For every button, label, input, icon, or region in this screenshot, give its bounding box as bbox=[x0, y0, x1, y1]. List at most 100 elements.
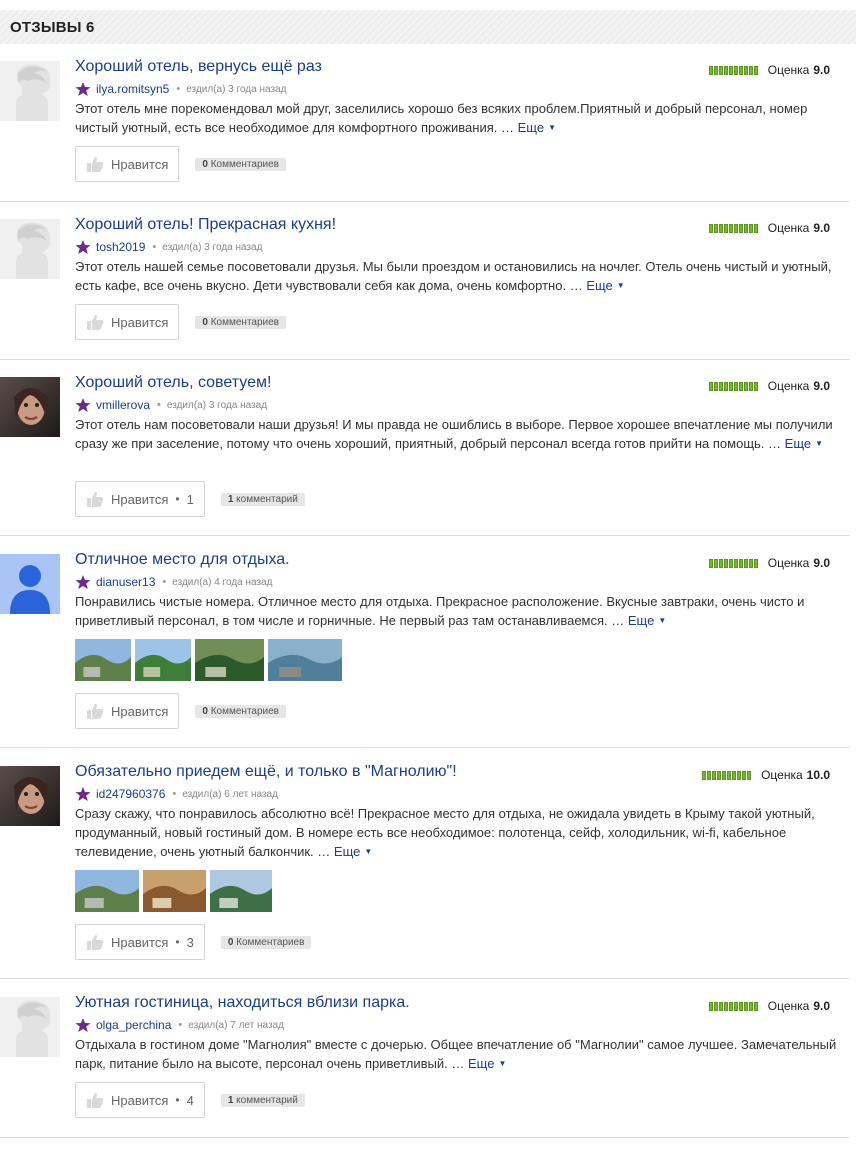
comments-label: Комментариев bbox=[236, 936, 305, 948]
read-more-link[interactable]: Еще ▼ bbox=[468, 1056, 506, 1071]
review-author[interactable]: dianuser13 bbox=[96, 575, 155, 589]
review-photo-mountain[interactable] bbox=[75, 870, 139, 912]
user-avatar[interactable] bbox=[0, 554, 60, 614]
rating-bar bbox=[708, 223, 758, 233]
review-text: Понравились чистые номера. Отличное мест… bbox=[75, 592, 845, 630]
review-title[interactable]: Отличное место для отдыха. bbox=[75, 551, 290, 569]
comments-label: комментарий bbox=[236, 1094, 298, 1106]
review-text-body: Отдыхала в гостином доме "Магнолия" вмес… bbox=[75, 1037, 837, 1071]
rating-value: 9.0 bbox=[813, 379, 830, 393]
rating-bar bbox=[708, 65, 758, 75]
read-more-label: Еще bbox=[586, 278, 613, 293]
comments-link[interactable]: 0 Комментариев bbox=[195, 315, 286, 329]
user-avatar[interactable] bbox=[0, 61, 60, 121]
like-count: 1 bbox=[186, 491, 194, 507]
user-avatar[interactable] bbox=[0, 997, 60, 1057]
review-title[interactable]: Обязательно приедем ещё, и только в "Маг… bbox=[75, 763, 457, 781]
like-dot: • bbox=[175, 492, 180, 506]
star-icon bbox=[75, 575, 91, 589]
review-time: ездил(а) 4 года назад bbox=[172, 576, 273, 588]
like-button[interactable]: Нравится • 4 bbox=[75, 1082, 205, 1118]
review-rating: Оценка 9.0 bbox=[708, 63, 830, 77]
rating-label: Оценка bbox=[767, 63, 810, 77]
review-photo-mountain[interactable] bbox=[75, 639, 131, 681]
review-photo-room[interactable] bbox=[143, 870, 206, 912]
review-meta: id247960376 • ездил(а) 6 лет назад bbox=[75, 786, 278, 802]
meta-dot: • bbox=[178, 1019, 183, 1031]
like-button[interactable]: Нравится bbox=[75, 304, 180, 340]
review-actions: Нравится 0 Комментариев bbox=[75, 304, 286, 340]
read-more-link[interactable]: Еще ▼ bbox=[586, 278, 624, 293]
review-divider bbox=[0, 1137, 850, 1138]
review-text-body: Этот отель нам посоветовали наши друзья!… bbox=[75, 417, 833, 451]
review-text: Отдыхала в гостином доме "Магнолия" вмес… bbox=[75, 1035, 845, 1073]
read-more-link[interactable]: Еще ▼ bbox=[334, 844, 372, 859]
review-text-body: Этот отель мне порекомендовал мой друг, … bbox=[75, 101, 808, 135]
review-meta: tosh2019 • ездил(а) 3 года назад bbox=[75, 239, 262, 255]
rating-bar bbox=[708, 558, 758, 568]
read-more-label: Еще bbox=[333, 844, 361, 859]
comments-count: 0 bbox=[202, 705, 208, 717]
star-icon bbox=[75, 398, 91, 412]
review-divider bbox=[0, 201, 850, 202]
review-author[interactable]: vmillerova bbox=[96, 398, 150, 412]
comments-link[interactable]: 1 комментарий bbox=[220, 1093, 305, 1107]
review-photo-balcony[interactable] bbox=[210, 870, 272, 912]
like-label: Нравится bbox=[111, 934, 169, 950]
review-text: Этот отель нам посоветовали наши друзья!… bbox=[75, 415, 845, 453]
star-icon bbox=[75, 1018, 91, 1032]
reviews-header-title: ОТЗЫВЫ 6 bbox=[10, 18, 95, 36]
comments-label: Комментариев bbox=[210, 316, 279, 328]
like-button[interactable]: Нравится • 3 bbox=[75, 924, 205, 960]
star-icon bbox=[75, 82, 91, 96]
review-title[interactable]: Хороший отель, вернусь ещё раз bbox=[75, 58, 322, 76]
like-button[interactable]: Нравится bbox=[75, 146, 180, 182]
rating-value: 9.0 bbox=[813, 63, 830, 77]
like-button[interactable]: Нравится • 1 bbox=[75, 481, 205, 517]
review-author[interactable]: olga_perchina bbox=[96, 1018, 171, 1032]
like-count: 3 bbox=[186, 934, 194, 950]
review-time: ездил(а) 3 года назад bbox=[166, 399, 268, 411]
review-title[interactable]: Хороший отель! Прекрасная кухня! bbox=[75, 216, 336, 234]
comments-link[interactable]: 0 Комментариев bbox=[195, 157, 286, 171]
user-avatar[interactable] bbox=[0, 219, 60, 279]
comments-count: 0 bbox=[202, 158, 208, 170]
review-divider bbox=[0, 978, 850, 979]
review-text-body: Этот отель нашей семье посоветовали друз… bbox=[75, 259, 832, 293]
user-avatar[interactable] bbox=[0, 766, 60, 826]
review-photo-sea[interactable] bbox=[268, 639, 342, 681]
read-more-link[interactable]: Еще ▼ bbox=[518, 120, 556, 135]
rating-label: Оценка bbox=[767, 556, 810, 570]
rating-value: 10.0 bbox=[806, 768, 830, 782]
review-author[interactable]: id247960376 bbox=[96, 787, 165, 801]
comments-link[interactable]: 0 Комментариев bbox=[195, 704, 286, 718]
comments-count: 1 bbox=[227, 1094, 234, 1106]
review-rating: Оценка 9.0 bbox=[708, 221, 830, 235]
like-label: Нравится bbox=[111, 491, 169, 507]
review-actions: Нравится 0 Комментариев bbox=[75, 146, 286, 182]
like-button[interactable]: Нравится bbox=[75, 693, 180, 729]
caret-down-icon: ▼ bbox=[658, 616, 667, 625]
review-text-body: Понравились чистые номера. Отличное мест… bbox=[75, 594, 805, 628]
review-author[interactable]: tosh2019 bbox=[96, 240, 145, 254]
review-author[interactable]: ilya.romitsyn5 bbox=[96, 82, 169, 96]
review-rating: Оценка 9.0 bbox=[708, 556, 830, 570]
like-count: 4 bbox=[186, 1092, 194, 1108]
review-actions: Нравится • 4 1 комментарий bbox=[75, 1082, 305, 1118]
review-title[interactable]: Хороший отель, советуем! bbox=[75, 374, 271, 392]
meta-dot: • bbox=[157, 399, 161, 411]
review-photo-park[interactable] bbox=[195, 639, 264, 681]
comments-link[interactable]: 0 Комментариев bbox=[220, 935, 312, 949]
read-more-link[interactable]: Еще ▼ bbox=[628, 613, 666, 628]
review-title[interactable]: Уютная гостиница, находиться вблизи парк… bbox=[75, 994, 410, 1012]
review-meta: dianuser13 • ездил(а) 4 года назад bbox=[75, 574, 272, 590]
review-actions: Нравится 0 Комментариев bbox=[75, 693, 286, 729]
like-dot: • bbox=[175, 1093, 180, 1107]
thumbs-up-icon bbox=[87, 703, 104, 719]
thumbs-up-icon bbox=[87, 156, 104, 172]
user-avatar[interactable] bbox=[0, 377, 60, 437]
read-more-link[interactable]: Еще ▼ bbox=[785, 436, 823, 451]
review-photo-garden[interactable] bbox=[135, 639, 191, 681]
rating-value: 9.0 bbox=[813, 999, 830, 1013]
comments-link[interactable]: 1 комментарий bbox=[220, 492, 305, 506]
